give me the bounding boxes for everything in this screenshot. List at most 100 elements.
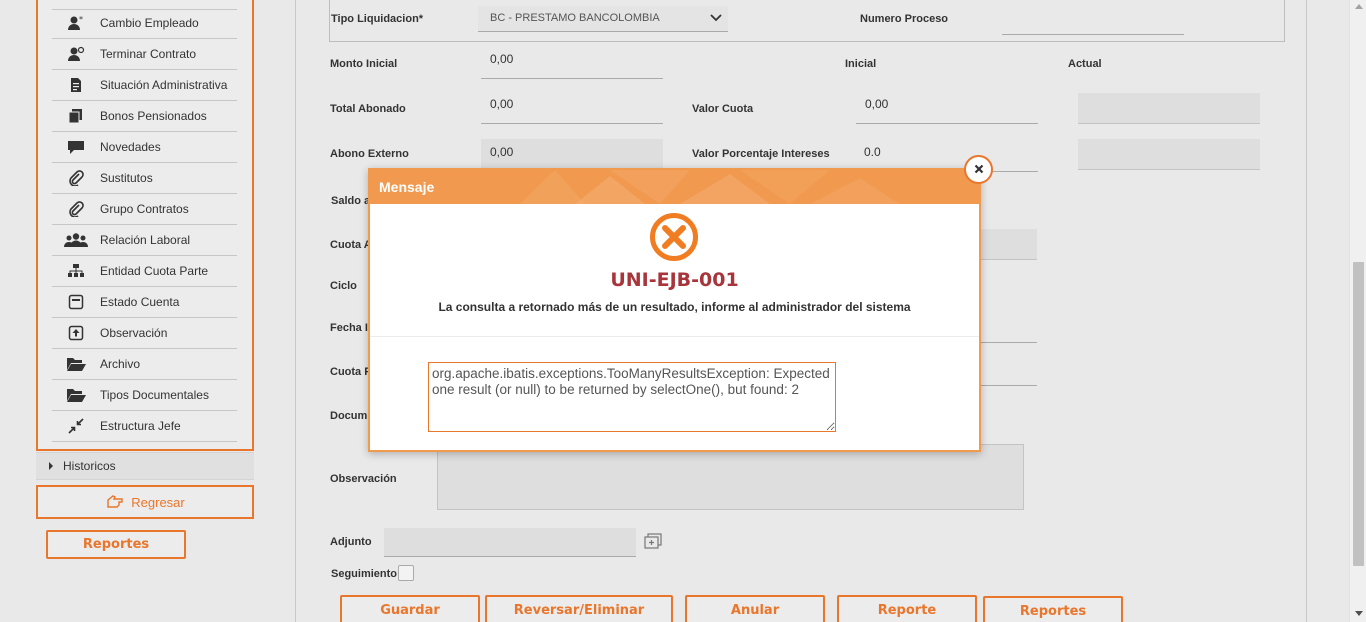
guardar-button[interactable]: Guardar xyxy=(340,595,480,622)
sitemap-icon xyxy=(64,262,88,280)
adjunto-input[interactable] xyxy=(384,528,636,557)
paperclip-icon xyxy=(64,169,88,187)
abono-externo-label: Abono Externo xyxy=(330,148,409,160)
error-icon xyxy=(649,212,699,265)
sidebar-item-label: Novedades xyxy=(100,140,161,154)
reporte-button[interactable]: Reporte xyxy=(837,595,977,622)
sidebar-item-novedades[interactable]: Novedades xyxy=(52,132,237,163)
reversar-eliminar-button[interactable]: Reversar/Eliminar xyxy=(485,595,673,622)
valor-porcentaje-actual-input xyxy=(1078,139,1260,170)
user-star-icon: * xyxy=(64,14,88,32)
sidebar-item-label: Bonos Pensionados xyxy=(100,109,207,123)
add-file-icon[interactable] xyxy=(644,533,662,553)
actual-header: Actual xyxy=(1068,58,1102,70)
vertical-scrollbar[interactable] xyxy=(1349,0,1366,622)
observacion-label: Observación xyxy=(330,473,397,485)
monto-inicial-value: 0,00 xyxy=(490,52,514,66)
sidebar-item-estado-cuenta[interactable]: Estado Cuenta xyxy=(52,287,237,318)
sidebar-item-terminar-contrato[interactable]: Terminar Contrato xyxy=(52,39,237,70)
hand-point-left-icon xyxy=(105,495,123,509)
document-icon xyxy=(64,76,88,94)
sidebar-item-situacion-administrativa[interactable]: Situación Administrativa xyxy=(52,70,237,101)
total-abonado-input[interactable]: 0,00 xyxy=(481,91,663,124)
sidebar-item-observacion[interactable]: Observación xyxy=(52,318,237,349)
valor-cuota-inicial-input[interactable]: 0,00 xyxy=(856,91,1038,124)
regresar-button[interactable]: Regresar xyxy=(36,485,254,519)
fecha-label: Fecha I xyxy=(330,322,368,334)
scroll-up-icon[interactable] xyxy=(1355,4,1363,9)
sidebar-item-label: Relación Laboral xyxy=(100,233,191,247)
sidebar-item-bonos-pensionados[interactable]: Bonos Pensionados xyxy=(52,101,237,132)
header-pattern xyxy=(520,170,900,204)
regresar-label: Regresar xyxy=(131,494,185,510)
seguimiento-checkbox[interactable] xyxy=(398,565,414,581)
sidebar-item-tipos-documentales[interactable]: Tipos Documentales xyxy=(52,380,237,411)
sidebar-item-label: Cambio Empleado xyxy=(100,16,199,30)
reporte-label: Reporte xyxy=(877,602,937,618)
ciclo-label: Ciclo xyxy=(330,280,357,292)
sidebar-item-grupo-contratos[interactable]: Grupo Contratos xyxy=(52,194,237,225)
error-message: La consulta a retornado más de un result… xyxy=(438,300,911,314)
sidebar-item-label: Observación xyxy=(100,326,168,340)
seguimiento-label: Seguimiento xyxy=(331,568,398,580)
valor-porcentaje-intereses-label: Valor Porcentaje Intereses xyxy=(692,148,830,160)
valor-porcentaje-value: 0.0 xyxy=(864,145,881,159)
valor-cuota-actual-input xyxy=(1078,93,1260,124)
valor-cuota-label: Valor Cuota xyxy=(692,103,754,115)
sidebar-reportes-label: Reportes xyxy=(82,537,150,552)
cuota-p-label: Cuota P xyxy=(330,366,372,378)
close-dialog-button[interactable] xyxy=(964,155,993,184)
scrollbar-thumb[interactable] xyxy=(1353,262,1364,566)
documento-label: Docum xyxy=(330,410,368,422)
caret-right-icon xyxy=(49,462,53,470)
sidebar-item-label: Terminar Contrato xyxy=(100,47,197,61)
numero-proceso-label: Numero Proceso xyxy=(860,13,949,25)
anular-button[interactable]: Anular xyxy=(685,595,825,622)
valor-cuota-value: 0,00 xyxy=(865,97,889,111)
tipo-liquidacion-label: Tipo Liquidacion* xyxy=(331,13,424,25)
observacion-textarea[interactable] xyxy=(437,444,1024,510)
files-icon xyxy=(64,107,88,125)
sidebar-menu: * Cambio Empleado Terminar Contrato Situ… xyxy=(36,0,254,451)
card-icon xyxy=(64,293,88,311)
reportes-label: Reportes xyxy=(1019,603,1087,619)
sidebar-item-estructura-jefe[interactable]: Estructura Jefe xyxy=(52,411,237,442)
total-abonado-label: Total Abonado xyxy=(330,103,406,115)
monto-inicial-label: Monto Inicial xyxy=(330,58,398,70)
users-icon xyxy=(64,231,88,249)
upload-box-icon xyxy=(64,324,88,342)
anular-label: Anular xyxy=(730,602,780,618)
sidebar-item-relacion-laboral[interactable]: Relación Laboral xyxy=(52,225,237,256)
sidebar-reportes-button[interactable]: Reportes xyxy=(46,530,186,559)
close-icon xyxy=(974,163,984,177)
historicos-label: Historicos xyxy=(63,459,116,473)
saldo-label: Saldo a xyxy=(331,195,371,207)
monto-inicial-input[interactable]: 0,00 xyxy=(481,46,663,79)
comment-icon xyxy=(64,138,88,156)
sidebar-item-archivo[interactable]: Archivo xyxy=(52,349,237,380)
compress-icon xyxy=(64,417,88,435)
message-dialog: Mensaje UNI-EJB-001 La consulta a retorn… xyxy=(368,168,981,452)
sidebar-item-label: Sustitutos xyxy=(100,171,153,185)
sidebar-item-label: Estructura Jefe xyxy=(100,419,181,433)
tipo-liquidacion-select[interactable]: BC - PRESTAMO BANCOLOMBIA xyxy=(478,6,728,32)
guardar-label: Guardar xyxy=(380,602,440,618)
sidebar-item-label: Entidad Cuota Parte xyxy=(100,264,209,278)
folder-open-icon xyxy=(64,355,88,373)
sidebar-item-label: Estado Cuenta xyxy=(100,295,180,309)
svg-text:*: * xyxy=(79,15,83,24)
error-detail-textarea[interactable]: org.apache.ibatis.exceptions.TooManyResu… xyxy=(428,362,836,432)
reportes-button[interactable]: Reportes xyxy=(983,596,1123,622)
historicos-toggle[interactable]: Historicos xyxy=(36,452,254,480)
sidebar-item-label: Tipos Documentales xyxy=(100,388,209,402)
adjunto-label: Adjunto xyxy=(330,536,372,548)
sidebar-item-sustitutos[interactable]: Sustitutos xyxy=(52,163,237,194)
error-code: UNI-EJB-001 xyxy=(610,269,739,291)
sidebar-item-entidad-cuota-parte[interactable]: Entidad Cuota Parte xyxy=(52,256,237,287)
abono-externo-value: 0,00 xyxy=(490,145,514,159)
scroll-down-icon[interactable] xyxy=(1355,611,1363,616)
numero-proceso-input[interactable] xyxy=(1002,2,1184,35)
sidebar-item-cambio-empleado[interactable]: * Cambio Empleado xyxy=(52,8,237,39)
dialog-title: Mensaje xyxy=(379,179,435,195)
reversar-label: Reversar/Eliminar xyxy=(513,602,645,618)
